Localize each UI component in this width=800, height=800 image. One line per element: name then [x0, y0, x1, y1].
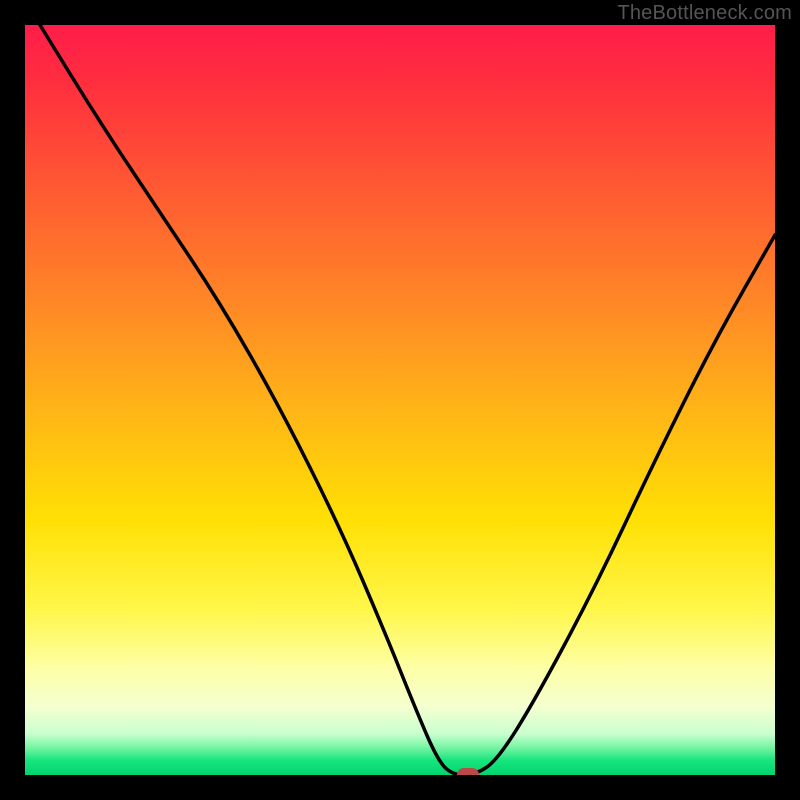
- chart-frame: TheBottleneck.com: [0, 0, 800, 800]
- bottleneck-curve: [25, 25, 775, 775]
- optimal-marker: [457, 768, 479, 775]
- plot-area: [25, 25, 775, 775]
- watermark-text: TheBottleneck.com: [617, 2, 792, 25]
